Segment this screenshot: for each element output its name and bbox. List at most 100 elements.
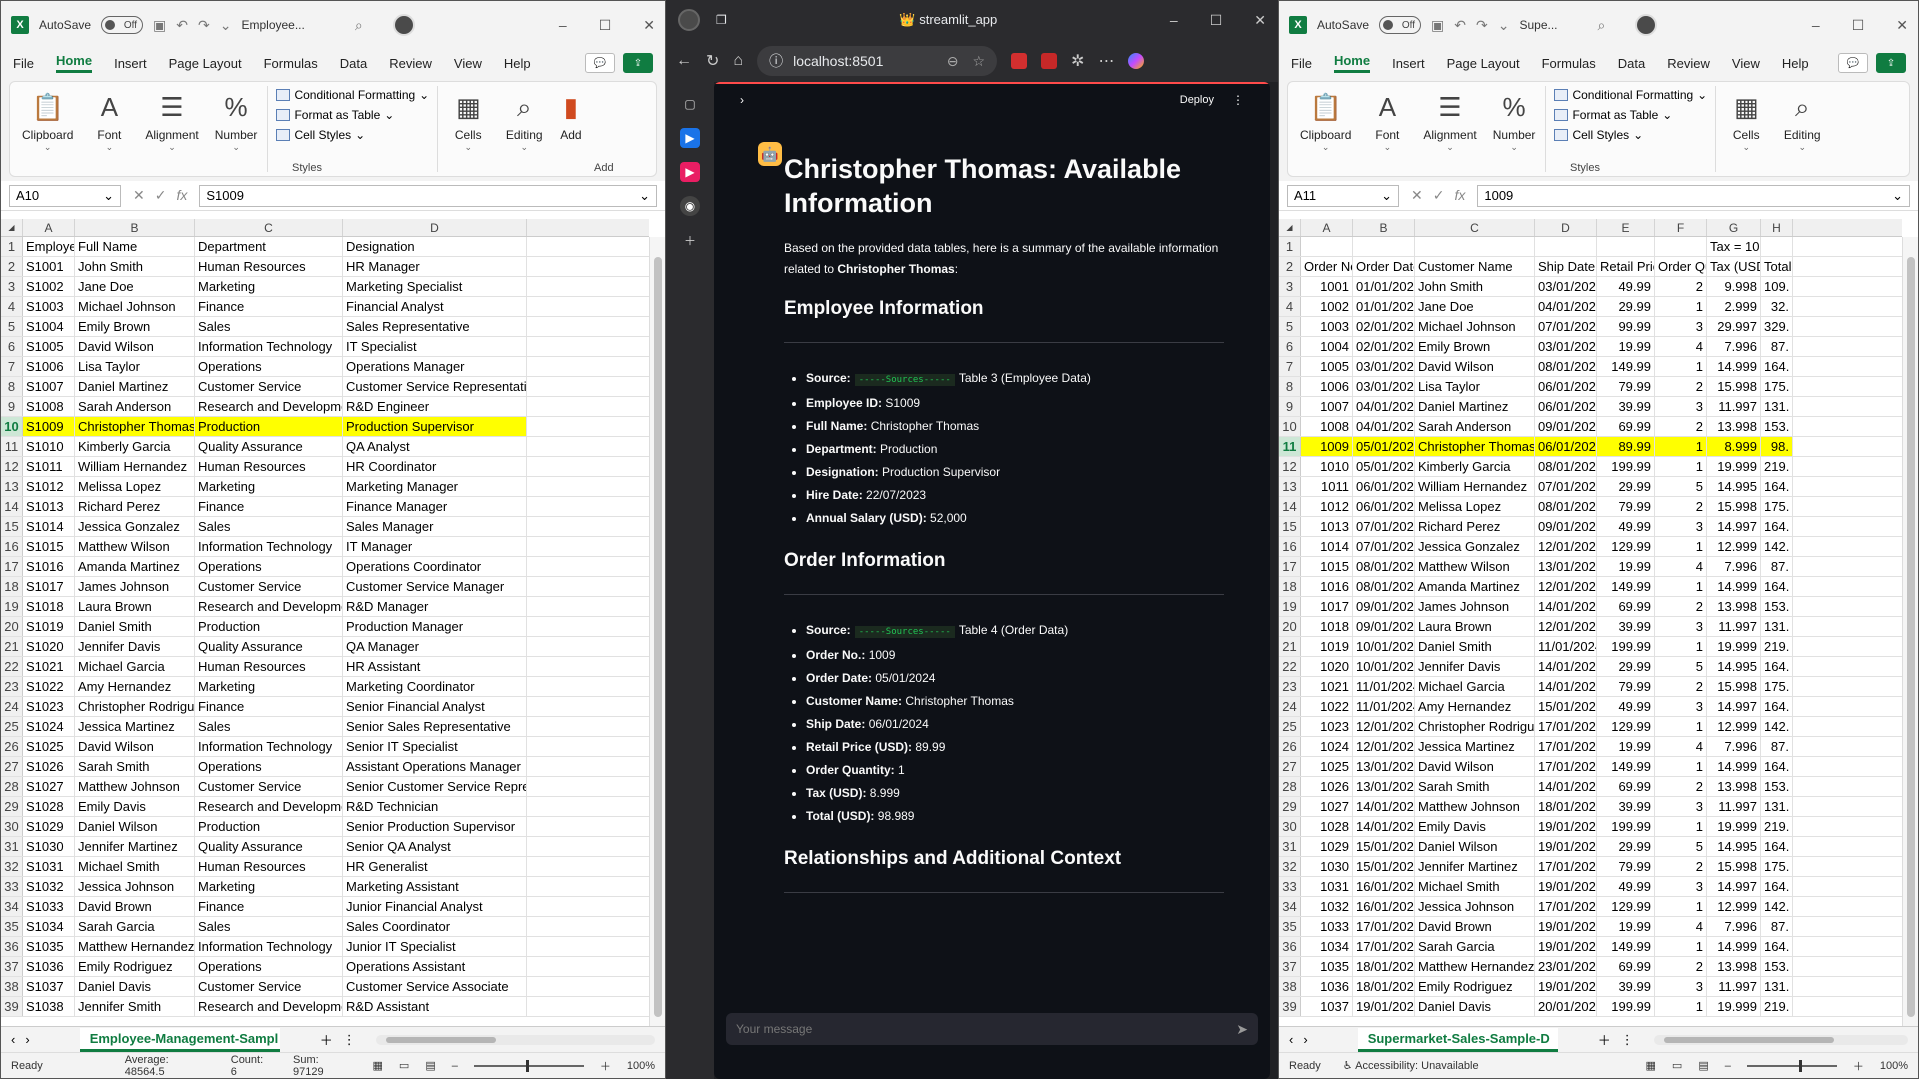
cell[interactable]: 1028 xyxy=(1301,817,1353,836)
cell[interactable]: Melissa Lopez xyxy=(1415,497,1535,516)
cell[interactable]: Richard Perez xyxy=(75,497,195,516)
cell[interactable]: 164. xyxy=(1761,657,1793,676)
cell[interactable]: Full Name xyxy=(75,237,195,256)
cell[interactable]: Sarah Anderson xyxy=(1415,417,1535,436)
zoom-slider[interactable] xyxy=(473,1059,584,1072)
cell[interactable]: 1021 xyxy=(1301,677,1353,696)
ribbon-tab[interactable]: Home xyxy=(1333,53,1371,73)
alignment-group[interactable]: ☰ Alignment ⌄ xyxy=(1417,86,1482,172)
cell[interactable]: 12/01/2024 xyxy=(1535,537,1597,556)
row-header[interactable]: 2 xyxy=(1,257,23,276)
cell[interactable]: 14.997 xyxy=(1707,877,1761,896)
enter-icon[interactable]: ✓ xyxy=(155,187,167,204)
cell[interactable]: Production xyxy=(195,817,343,836)
cell[interactable]: James Johnson xyxy=(1415,597,1535,616)
cell[interactable]: 12/01/2024 xyxy=(1353,737,1415,756)
cell[interactable]: 13.998 xyxy=(1707,777,1761,796)
cell[interactable]: 1029 xyxy=(1301,837,1353,856)
cell[interactable]: 131. xyxy=(1761,977,1793,996)
row-header[interactable]: 12 xyxy=(1,457,23,476)
cell[interactable]: 7.996 xyxy=(1707,917,1761,936)
cell[interactable]: Daniel Wilson xyxy=(1415,837,1535,856)
cell[interactable]: Financial Analyst xyxy=(343,297,527,316)
cell[interactable]: 07/01/2024 xyxy=(1353,517,1415,536)
row-header[interactable]: 8 xyxy=(1,377,23,396)
row-header[interactable]: 25 xyxy=(1279,717,1301,736)
ribbon-tab[interactable]: Insert xyxy=(114,56,147,71)
cell[interactable]: Marketing Manager xyxy=(343,477,527,496)
cell[interactable]: Amanda Martinez xyxy=(1415,577,1535,596)
share-icon[interactable]: ⇪ xyxy=(1876,53,1906,73)
cell[interactable]: 16/01/2024 xyxy=(1353,877,1415,896)
send-icon[interactable]: ➤ xyxy=(1236,1021,1248,1038)
name-box[interactable]: A10 ⌄ xyxy=(9,184,121,207)
cell[interactable]: 89.99 xyxy=(1597,437,1655,456)
new-tab-icon[interactable]: ＋ xyxy=(680,230,700,250)
cell[interactable]: 04/01/2024 xyxy=(1353,417,1415,436)
add-sheet-icon[interactable]: ＋ xyxy=(1598,1030,1611,1049)
cell[interactable]: 3 xyxy=(1655,877,1707,896)
cells-group[interactable]: ▦ Cells ⌄ xyxy=(1720,86,1772,172)
cell[interactable]: 15/01/2024 xyxy=(1535,697,1597,716)
clipboard-group[interactable]: 📋 Clipboard ⌄ xyxy=(1294,86,1357,172)
cell[interactable]: Michael Garcia xyxy=(1415,677,1535,696)
cell[interactable]: Kimberly Garcia xyxy=(1415,457,1535,476)
cell[interactable]: 1025 xyxy=(1301,757,1353,776)
ribbon-tab[interactable]: Page Layout xyxy=(1447,56,1520,71)
cell[interactable]: S1032 xyxy=(23,877,75,896)
undo-icon[interactable]: ↶ xyxy=(1454,17,1466,34)
cell[interactable]: 19/01/2024 xyxy=(1535,977,1597,996)
cell[interactable]: 18/01/2024 xyxy=(1535,797,1597,816)
cell[interactable]: John Smith xyxy=(1415,277,1535,296)
cell[interactable]: Sales Manager xyxy=(343,517,527,536)
row-header[interactable]: 6 xyxy=(1279,337,1301,356)
cell[interactable]: S1020 xyxy=(23,637,75,656)
column-header[interactable]: A xyxy=(1301,219,1353,236)
ribbon-tab[interactable]: Home xyxy=(55,53,93,73)
cell[interactable]: 1004 xyxy=(1301,337,1353,356)
cell[interactable]: 2.999 xyxy=(1707,297,1761,316)
row-header[interactable]: 10 xyxy=(1279,417,1301,436)
cell[interactable]: 87. xyxy=(1761,737,1793,756)
tab-streamlit-icon[interactable]: ◉ xyxy=(680,196,700,216)
cell[interactable]: James Johnson xyxy=(75,577,195,596)
column-header[interactable]: E xyxy=(1597,219,1655,236)
cell[interactable]: 2 xyxy=(1655,677,1707,696)
cell[interactable]: Christopher Rodriguez xyxy=(75,697,195,716)
cell[interactable]: Kimberly Garcia xyxy=(75,437,195,456)
cell[interactable]: Marketing xyxy=(195,277,343,296)
cell[interactable]: 1 xyxy=(1655,457,1707,476)
cell[interactable]: Michael Johnson xyxy=(1415,317,1535,336)
zoom-in-icon[interactable]: ＋ xyxy=(1853,1058,1864,1074)
row-header[interactable]: 2 xyxy=(1279,257,1301,276)
cell[interactable]: Michael Johnson xyxy=(75,297,195,316)
cell[interactable]: 1009 xyxy=(1301,437,1353,456)
cell[interactable]: 1022 xyxy=(1301,697,1353,716)
cell[interactable]: 11.997 xyxy=(1707,617,1761,636)
tab-pink-icon[interactable]: ▶ xyxy=(680,162,700,182)
row-header[interactable]: 5 xyxy=(1279,317,1301,336)
cell[interactable]: Operations xyxy=(195,557,343,576)
cell[interactable]: 29.99 xyxy=(1597,297,1655,316)
cell[interactable]: 03/01/2024 xyxy=(1535,337,1597,356)
cell[interactable]: 18/01/2024 xyxy=(1353,957,1415,976)
ribbon-tab[interactable]: File xyxy=(13,56,34,71)
next-sheet-icon[interactable]: › xyxy=(1303,1032,1307,1047)
cell[interactable]: 14/01/2024 xyxy=(1353,797,1415,816)
cell[interactable]: Jennifer Davis xyxy=(75,637,195,656)
format-as-table-button[interactable]: Format as Table ⌄ xyxy=(1554,108,1707,122)
cancel-icon[interactable]: ✕ xyxy=(1411,187,1423,204)
extension-red-icon[interactable] xyxy=(1011,53,1028,69)
cell[interactable]: 1016 xyxy=(1301,577,1353,596)
cell[interactable]: 39.99 xyxy=(1597,617,1655,636)
cell[interactable]: 2 xyxy=(1655,277,1707,296)
row-header[interactable]: 31 xyxy=(1,837,23,856)
cell[interactable]: 19/01/2024 xyxy=(1535,937,1597,956)
cell[interactable]: S1017 xyxy=(23,577,75,596)
cell[interactable] xyxy=(1415,237,1535,256)
cell[interactable]: 14/01/2024 xyxy=(1353,817,1415,836)
customize-icon[interactable]: ⌄ xyxy=(220,17,232,34)
vertical-scrollbar[interactable] xyxy=(649,237,665,1026)
cell[interactable]: 1026 xyxy=(1301,777,1353,796)
cell[interactable]: HR Generalist xyxy=(343,857,527,876)
